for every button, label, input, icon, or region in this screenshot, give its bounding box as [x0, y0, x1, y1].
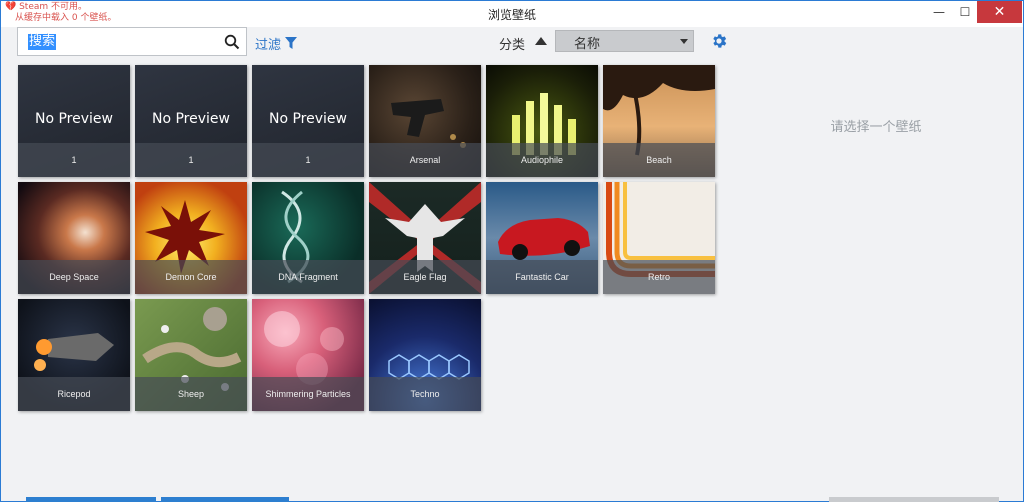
wallpaper-tile[interactable]: Fantastic Car	[486, 182, 598, 294]
wallpaper-name: Deep Space	[18, 260, 130, 294]
bottom-action-button-3[interactable]	[829, 497, 999, 502]
wallpaper-name: Techno	[369, 377, 481, 411]
bottom-action-button-1[interactable]	[26, 497, 156, 502]
sort-ascending-icon[interactable]	[535, 37, 547, 45]
filter-button[interactable]: 过滤	[255, 34, 298, 53]
filter-label: 过滤	[255, 38, 282, 53]
wallpaper-name: Sheep	[135, 377, 247, 411]
wallpaper-name: Retro	[603, 260, 715, 294]
close-button[interactable]: ✕	[977, 1, 1022, 23]
wallpaper-tile[interactable]: Retro	[603, 182, 715, 294]
wallpaper-name: 1	[18, 143, 130, 177]
wallpaper-tile[interactable]: Eagle Flag	[369, 182, 481, 294]
wallpaper-name: Fantastic Car	[486, 260, 598, 294]
no-selection-hint: 请选择一个壁纸	[830, 120, 922, 135]
wallpaper-name: Arsenal	[369, 143, 481, 177]
wallpaper-name: Ricepod	[18, 377, 130, 411]
wallpaper-name: 1	[135, 143, 247, 177]
wallpaper-tile[interactable]: Shimmering Particles	[252, 299, 364, 411]
wallpaper-name: Shimmering Particles	[252, 377, 364, 411]
search-icon[interactable]	[224, 34, 240, 50]
sort-label: 分类	[499, 38, 526, 53]
filter-icon	[285, 37, 298, 49]
wallpaper-tile[interactable]: Beach	[603, 65, 715, 177]
wallpaper-tile[interactable]: Deep Space	[18, 182, 130, 294]
wallpaper-name: Beach	[603, 143, 715, 177]
wallpaper-tile[interactable]: No Preview 1	[252, 65, 364, 177]
chevron-down-icon	[680, 39, 688, 44]
wallpaper-tile[interactable]: Sheep	[135, 299, 247, 411]
browse-wallpaper-window: 💔 Steam 不可用。 从缓存中载入 0 个壁纸。 浏览壁纸 — ☐ ✕ 搜索…	[0, 0, 1024, 502]
wallpaper-tile[interactable]: No Preview 1	[18, 65, 130, 177]
wallpaper-name: 1	[252, 143, 364, 177]
gear-icon[interactable]	[710, 32, 728, 50]
maximize-button[interactable]: ☐	[950, 1, 980, 23]
wallpaper-tile[interactable]: DNA Fragment	[252, 182, 364, 294]
wallpaper-tile[interactable]: Audiophile	[486, 65, 598, 177]
wallpaper-tile[interactable]: Demon Core	[135, 182, 247, 294]
no-preview-text: No Preview	[269, 111, 347, 127]
sort-select-value: 名称	[574, 37, 601, 52]
no-preview-text: No Preview	[35, 111, 113, 127]
wallpaper-name: Eagle Flag	[369, 260, 481, 294]
title-bar: 💔 Steam 不可用。 从缓存中载入 0 个壁纸。 浏览壁纸 — ☐ ✕	[1, 1, 1023, 27]
search-input[interactable]	[18, 28, 218, 55]
bottom-action-button-2[interactable]	[161, 497, 289, 502]
window-title: 浏览壁纸	[487, 8, 536, 22]
wallpaper-name: Audiophile	[486, 143, 598, 177]
sort-select[interactable]: 名称	[555, 30, 694, 52]
wallpaper-name: Demon Core	[135, 260, 247, 294]
wallpaper-tile[interactable]: Ricepod	[18, 299, 130, 411]
wallpaper-tile[interactable]: Techno	[369, 299, 481, 411]
wallpaper-name: DNA Fragment	[252, 260, 364, 294]
wallpaper-tile[interactable]: Arsenal	[369, 65, 481, 177]
search-box[interactable]: 搜索	[17, 27, 247, 56]
wallpaper-tile[interactable]: No Preview 1	[135, 65, 247, 177]
no-preview-text: No Preview	[152, 111, 230, 127]
